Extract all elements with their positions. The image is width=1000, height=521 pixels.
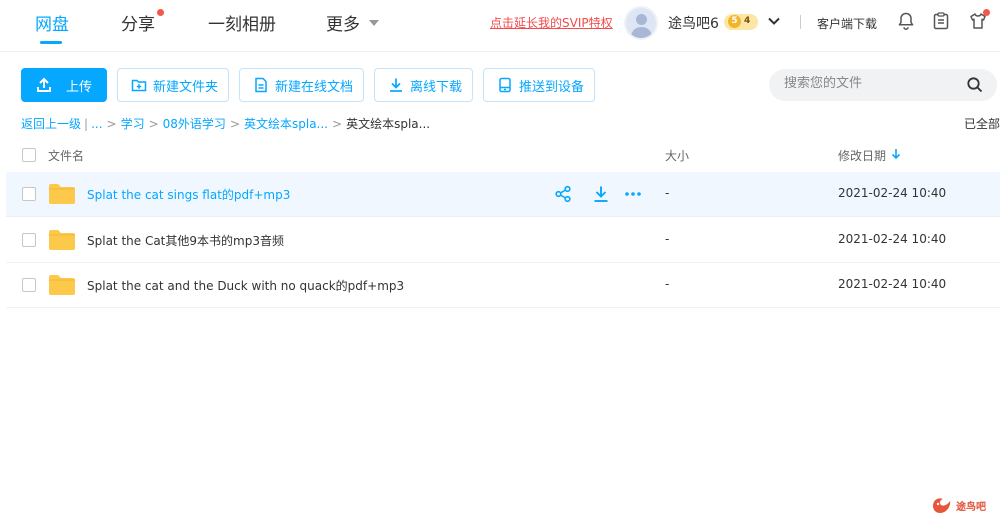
client-download-link[interactable]: 客户端下载 <box>817 15 877 32</box>
push-to-device-label: 推送到设备 <box>519 79 585 95</box>
search-box <box>769 69 997 101</box>
new-folder-button[interactable]: 新建文件夹 <box>117 68 229 102</box>
svip-promo-link[interactable]: 点击延长我的SVIP特权 <box>490 14 613 31</box>
upload-icon <box>37 77 51 92</box>
document-icon <box>255 77 267 93</box>
breadcrumb-item[interactable]: 英文绘本spla... <box>244 115 328 132</box>
new-folder-label: 新建文件夹 <box>153 79 219 95</box>
upload-button[interactable]: 上传 <box>21 68 107 102</box>
column-header-modified[interactable]: 修改日期 <box>838 147 886 164</box>
folder-icon <box>49 275 75 295</box>
watermark-text: 途鸟吧 <box>956 502 986 513</box>
skin-notification-dot <box>983 9 990 16</box>
table-header: 文件名 大小 修改日期 <box>0 138 1000 172</box>
file-name[interactable]: Splat the cat and the Duck with no quack… <box>87 277 404 294</box>
vip-level-badge: 5 4 <box>724 14 758 30</box>
new-online-doc-button[interactable]: 新建在线文档 <box>239 68 364 102</box>
divider <box>800 15 801 29</box>
breadcrumb-item[interactable]: 学习 <box>121 115 145 132</box>
offline-download-button[interactable]: 离线下载 <box>374 68 473 102</box>
file-size: - <box>665 232 670 246</box>
column-header-size[interactable]: 大小 <box>665 147 689 164</box>
breadcrumb-ellipsis[interactable]: ... <box>91 117 102 131</box>
file-name[interactable]: Splat the Cat其他9本书的mp3音频 <box>87 232 284 249</box>
push-to-device-button[interactable]: 推送到设备 <box>483 68 595 102</box>
file-modified-date: 2021-02-24 10:40 <box>838 186 947 200</box>
bell-icon[interactable] <box>896 11 916 31</box>
more-caret-icon[interactable] <box>369 20 379 26</box>
download-icon <box>390 78 402 92</box>
watermark-logo: 途鸟吧 <box>930 494 990 518</box>
new-folder-icon <box>131 79 147 92</box>
offline-download-label: 离线下载 <box>410 79 463 95</box>
tab-more[interactable]: 更多 <box>326 10 360 35</box>
more-options-icon[interactable] <box>624 185 642 207</box>
tab-share[interactable]: 分享 <box>121 10 155 35</box>
sort-desc-icon[interactable] <box>891 147 901 161</box>
file-modified-date: 2021-02-24 10:40 <box>838 277 947 291</box>
row-checkbox[interactable] <box>22 187 36 201</box>
breadcrumb-item[interactable]: 08外语学习 <box>163 115 226 132</box>
search-input[interactable] <box>784 76 964 91</box>
table-row[interactable]: Splat the Cat其他9本书的mp3音频 - 2021-02-24 10… <box>6 218 1000 263</box>
row-checkbox[interactable] <box>22 278 36 292</box>
new-online-doc-label: 新建在线文档 <box>275 79 354 95</box>
upload-label: 上传 <box>66 79 93 95</box>
share-icon[interactable] <box>554 185 572 207</box>
folder-icon <box>49 184 75 204</box>
download-icon[interactable] <box>592 185 610 207</box>
tab-netdisk[interactable]: 网盘 <box>35 10 69 35</box>
vip-level-1: 5 <box>728 15 741 28</box>
bird-logo-icon <box>933 498 951 513</box>
username[interactable]: 途鸟吧6 <box>668 13 719 33</box>
folder-icon <box>49 230 75 250</box>
top-nav: 网盘 分享 一刻相册 更多 点击延长我的SVIP特权 途鸟吧6 5 4 客户端下… <box>0 0 1000 52</box>
share-notification-dot <box>157 9 164 16</box>
file-name[interactable]: Splat the cat sings flat的pdf+mp3 <box>87 186 290 203</box>
breadcrumb-back[interactable]: 返回上一级 <box>21 115 81 132</box>
table-row[interactable]: Splat the cat sings flat的pdf+mp3 - 2021-… <box>6 172 1000 217</box>
breadcrumb: 返回上一级 |... > 学习 >08外语学习 > 英文绘本spla... > 英文绘本spla… <box>21 115 431 132</box>
device-icon <box>499 77 511 93</box>
tab-album[interactable]: 一刻相册 <box>208 10 276 35</box>
select-all-checkbox[interactable] <box>22 148 36 162</box>
loaded-status: 已全部 <box>964 117 1000 131</box>
file-modified-date: 2021-02-24 10:40 <box>838 232 947 246</box>
vip-level-2: 4 <box>744 16 751 26</box>
avatar[interactable] <box>624 6 658 40</box>
table-row[interactable]: Splat the cat and the Duck with no quack… <box>6 263 1000 308</box>
breadcrumb-current: 英文绘本spla... <box>346 117 431 131</box>
column-header-name[interactable]: 文件名 <box>48 147 84 164</box>
active-tab-indicator <box>40 41 62 44</box>
file-size: - <box>665 277 670 291</box>
user-menu-chevron-icon[interactable] <box>767 14 781 28</box>
file-size: - <box>665 186 670 200</box>
row-checkbox[interactable] <box>22 233 36 247</box>
search-icon[interactable] <box>966 76 984 94</box>
clipboard-icon[interactable] <box>931 11 951 31</box>
